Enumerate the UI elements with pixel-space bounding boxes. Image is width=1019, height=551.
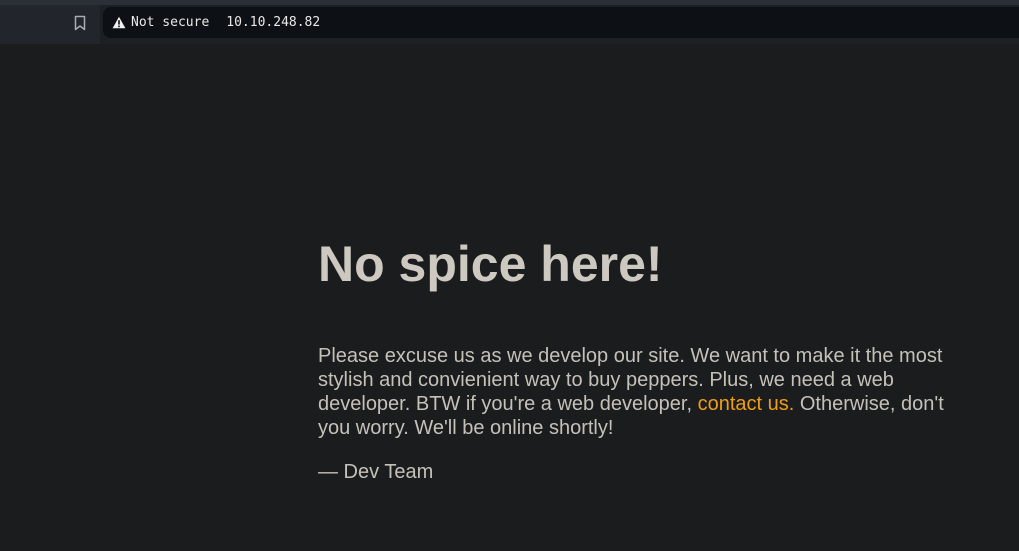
main-content: No spice here! Please excuse us as we de… — [318, 234, 958, 484]
contact-us-link[interactable]: contact us. — [698, 393, 795, 415]
intro-paragraph: Please excuse us as we develop our site.… — [318, 344, 948, 440]
address-bar[interactable]: Not secure 10.10.248.82 — [103, 7, 1019, 38]
signature: — Dev Team — [318, 461, 434, 483]
bookmark-icon[interactable] — [70, 13, 90, 33]
url-text[interactable]: 10.10.248.82 — [226, 15, 320, 30]
page-title: No spice here! — [318, 236, 663, 292]
tab-strip-edge — [0, 0, 1019, 5]
page-body: No spice here! Please excuse us as we de… — [0, 44, 1019, 551]
browser-toolbar: Not secure 10.10.248.82 — [0, 0, 1019, 44]
warning-triangle-icon[interactable] — [112, 16, 126, 30]
security-status-label[interactable]: Not secure — [131, 15, 209, 30]
